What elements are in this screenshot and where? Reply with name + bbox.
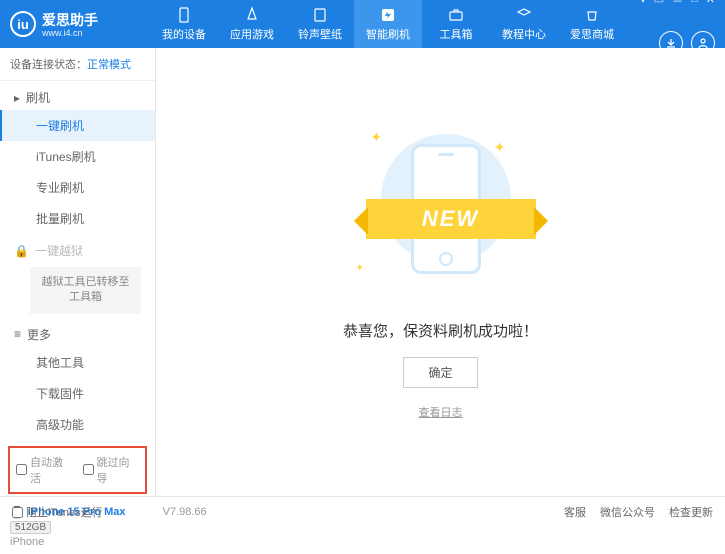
nav-label: 工具箱 (440, 26, 473, 42)
nav-label: 智能刷机 (366, 26, 410, 42)
success-illustration: ✦ ✦ ✦ NEW (341, 124, 541, 304)
status-value: 正常模式 (87, 59, 131, 71)
nav-toolbox[interactable]: 工具箱 (422, 0, 490, 48)
nav-label: 教程中心 (502, 26, 546, 42)
storage-badge: 512GB (10, 521, 51, 534)
nav-store[interactable]: 爱思商城 (558, 0, 626, 48)
auto-activate-checkbox[interactable]: 自动激活 (16, 454, 73, 486)
store-icon (583, 6, 601, 24)
sidebar-item-itunes[interactable]: iTunes刷机 (0, 141, 155, 172)
new-ribbon: NEW (366, 199, 536, 239)
status-label: 设备连接状态： (10, 59, 87, 71)
logo: iu 爱思助手 www.i4.cn (10, 10, 150, 38)
app-name: 爱思助手 (42, 10, 98, 30)
header-right: ▾ ▭ － □ ✕ (640, 0, 715, 55)
main-content: ✦ ✦ ✦ NEW 恭喜您，保资料刷机成功啦！ 确定 查看日志 (156, 48, 725, 496)
ringtone-icon (311, 6, 329, 24)
skin-icon[interactable]: ▭ (654, 0, 664, 9)
nav-my-device[interactable]: 我的设备 (150, 0, 218, 48)
apps-icon (243, 6, 261, 24)
app-header: iu 爱思助手 www.i4.cn 我的设备 应用游戏 铃声壁纸 智能刷机 工具… (0, 0, 725, 48)
sidebar-item-advanced[interactable]: 高级功能 (0, 409, 155, 440)
device-icon (175, 6, 193, 24)
checkbox-label: 自动激活 (30, 454, 73, 486)
tutorial-icon (515, 6, 533, 24)
app-url: www.i4.cn (42, 28, 98, 38)
jailbreak-moved-box[interactable]: 越狱工具已转移至工具箱 (30, 267, 141, 314)
version-label: V7.98.66 (163, 506, 207, 518)
minimize-icon[interactable]: － (672, 0, 683, 9)
sidebar-item-batch[interactable]: 批量刷机 (0, 203, 155, 234)
lock-icon: 🔒 (14, 244, 29, 258)
checkbox-label: 阻止iTunes运行 (26, 504, 103, 520)
confirm-button[interactable]: 确定 (403, 357, 477, 388)
footer-update[interactable]: 检查更新 (669, 504, 713, 520)
sidebar-item-other[interactable]: 其他工具 (0, 347, 155, 378)
connection-status: 设备连接状态：正常模式 (0, 48, 155, 81)
view-log-link[interactable]: 查看日志 (419, 404, 463, 420)
section-more[interactable]: ≡ 更多 (0, 318, 155, 347)
section-jailbreak: 🔒 一键越狱 (0, 234, 155, 263)
sidebar-item-pro[interactable]: 专业刷机 (0, 172, 155, 203)
maximize-icon[interactable]: □ (691, 0, 698, 9)
footer-wechat[interactable]: 微信公众号 (600, 504, 655, 520)
nav-label: 我的设备 (162, 26, 206, 42)
window-controls: ▾ ▭ － □ ✕ (640, 0, 715, 9)
more-section-icon: ≡ (14, 327, 21, 341)
nav-ringtone[interactable]: 铃声壁纸 (286, 0, 354, 48)
close-icon[interactable]: ✕ (706, 0, 715, 9)
sidebar-item-firmware[interactable]: 下载固件 (0, 378, 155, 409)
nav-label: 应用游戏 (230, 26, 274, 42)
section-label: 更多 (27, 326, 51, 343)
device-model: iPhone (10, 536, 145, 548)
sidebar: 设备连接状态：正常模式 ▸ 刷机 一键刷机 iTunes刷机 专业刷机 批量刷机… (0, 48, 156, 496)
section-label: 一键越狱 (35, 242, 83, 259)
nav-label: 铃声壁纸 (298, 26, 342, 42)
section-label: 刷机 (26, 89, 50, 106)
toolbox-icon (447, 6, 465, 24)
checkbox-label: 跳过向导 (97, 454, 140, 486)
section-flash[interactable]: ▸ 刷机 (0, 81, 155, 110)
options-highlighted: 自动激活 跳过向导 (8, 446, 147, 494)
block-itunes-checkbox[interactable]: 阻止iTunes运行 (12, 504, 103, 520)
flash-icon (379, 6, 397, 24)
nav-apps[interactable]: 应用游戏 (218, 0, 286, 48)
nav-tutorial[interactable]: 教程中心 (490, 0, 558, 48)
menu-icon[interactable]: ▾ (640, 0, 646, 9)
nav-flash[interactable]: 智能刷机 (354, 0, 422, 48)
logo-icon: iu (10, 11, 36, 37)
nav-label: 爱思商城 (570, 26, 614, 42)
sidebar-item-oneclick[interactable]: 一键刷机 (0, 110, 155, 141)
skip-guide-checkbox[interactable]: 跳过向导 (83, 454, 140, 486)
flash-section-icon: ▸ (14, 91, 20, 105)
success-message: 恭喜您，保资料刷机成功啦！ (343, 320, 538, 341)
top-nav: 我的设备 应用游戏 铃声壁纸 智能刷机 工具箱 教程中心 爱思商城 (150, 0, 640, 48)
footer-support[interactable]: 客服 (564, 504, 586, 520)
